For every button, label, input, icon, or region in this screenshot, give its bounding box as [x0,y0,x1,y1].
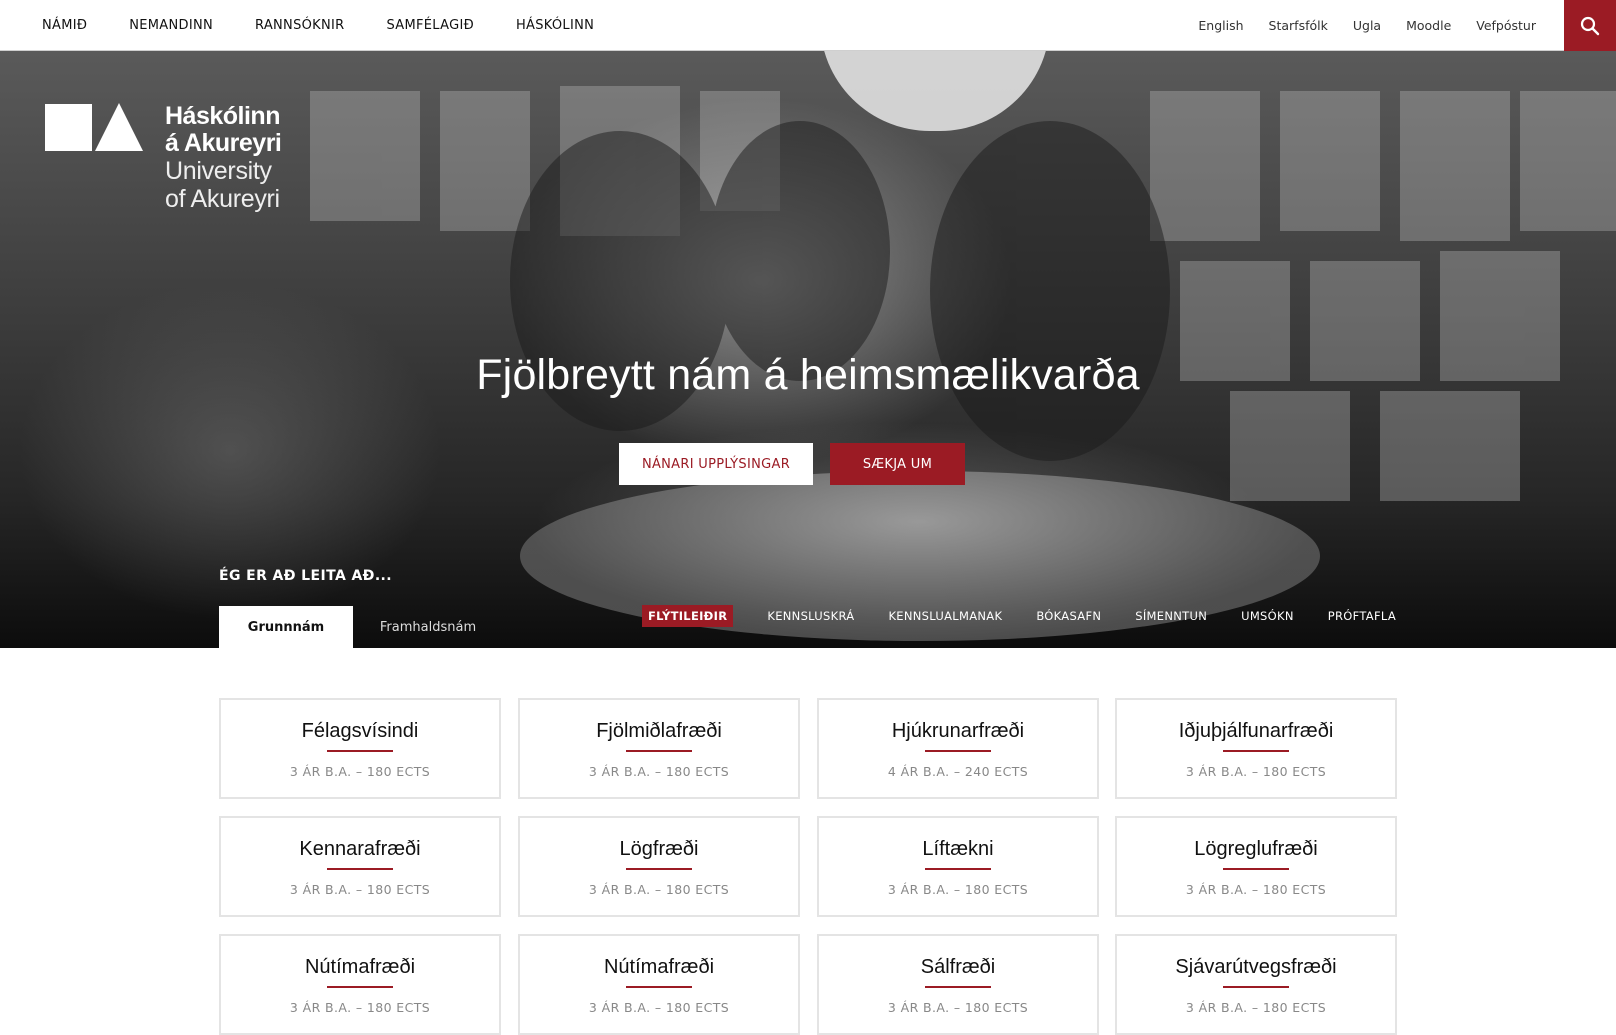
program-divider [626,986,692,988]
program-divider [327,986,393,988]
program-divider [327,868,393,870]
program-meta: 3 ÁR B.A. – 180 ECTS [588,882,730,897]
program-divider [925,986,991,988]
program-card[interactable]: Iðjuþjálfunarfræði 3 ÁR B.A. – 180 ECTS [1115,698,1397,799]
link-umsokn[interactable]: UMSÓKN [1241,609,1294,623]
program-meta: 3 ÁR B.A. – 180 ECTS [289,882,431,897]
link-kennslualmanak[interactable]: KENNSLUALMANAK [888,609,1002,623]
looking-for-label: ÉG ER AÐ LEITA AÐ... [219,568,392,584]
program-name: Kennarafræði [299,838,421,860]
nav-rannsoknir[interactable]: RANNSÓKNIR [255,18,344,33]
program-divider [1223,986,1289,988]
program-card[interactable]: Líftækni 3 ÁR B.A. – 180 ECTS [817,816,1099,917]
program-level-tabs: Grunnnám Framhaldsnám [219,606,503,648]
quicklinks-label[interactable]: FLÝTILEIÐIR [641,605,734,627]
logo-line-4: of Akureyri [165,185,280,213]
program-card[interactable]: Sjávarútvegsfræði 3 ÁR B.A. – 180 ECTS [1115,934,1397,1035]
logo-mark-icon [45,103,143,151]
quick-links: FLÝTILEIÐIR KENNSLUSKRÁ KENNSLUALMANAK B… [641,605,1396,627]
util-vefpostur[interactable]: Vefpóstur [1476,18,1536,33]
program-meta: 3 ÁR B.A. – 180 ECTS [1185,1000,1327,1015]
program-meta: 3 ÁR B.A. – 180 ECTS [887,882,1029,897]
program-meta: 3 ÁR B.A. – 180 ECTS [289,1000,431,1015]
program-name: Sjávarútvegsfræði [1175,956,1337,978]
more-info-button[interactable]: NÁNARI UPPLÝSINGAR [619,443,813,485]
logo-wordmark: Háskólinn á Akureyri University of Akure… [165,102,345,214]
nav-haskolinn[interactable]: HÁSKÓLINN [516,18,594,33]
utility-nav: English Starfsfólk Ugla Moodle Vefpóstur [1173,0,1536,51]
top-navigation-bar: NÁMIÐ NEMANDINN RANNSÓKNIR SAMFÉLAGIÐ HÁ… [0,0,1616,51]
logo-line-2: á Akureyri [165,129,282,157]
program-meta: 3 ÁR B.A. – 180 ECTS [588,764,730,779]
program-name: Sálfræði [920,956,996,978]
program-card[interactable]: Kennarafræði 3 ÁR B.A. – 180 ECTS [219,816,501,917]
link-simenntun[interactable]: SÍMENNTUN [1135,609,1207,623]
hero-title: Fjölbreytt nám á heimsmælikvarða [476,351,1140,399]
program-divider [925,868,991,870]
program-divider [925,750,991,752]
program-card[interactable]: Félagsvísindi 3 ÁR B.A. – 180 ECTS [219,698,501,799]
hero-section: Háskólinn á Akureyri University of Akure… [0,51,1616,648]
nav-nemandinn[interactable]: NEMANDINN [129,18,213,33]
util-moodle[interactable]: Moodle [1406,18,1451,33]
tab-grunnnam[interactable]: Grunnnám [219,606,353,648]
program-name: Félagsvísindi [301,720,419,742]
program-divider [1223,750,1289,752]
tab-framhaldsnam[interactable]: Framhaldsnám [353,606,503,648]
logo-line-1: Háskólinn [165,102,280,130]
program-name: Lögfræði [619,838,699,860]
program-meta: 3 ÁR B.A. – 180 ECTS [887,1000,1029,1015]
program-name: Fjölmiðlafræði [596,720,722,742]
util-ugla[interactable]: Ugla [1353,18,1381,33]
program-meta: 3 ÁR B.A. – 180 ECTS [1185,882,1327,897]
program-divider [1223,868,1289,870]
program-meta: 3 ÁR B.A. – 180 ECTS [588,1000,730,1015]
apply-button[interactable]: SÆKJA UM [830,443,965,485]
program-name: Líftækni [922,838,994,860]
program-card[interactable]: Nútímafræði 3 ÁR B.A. – 180 ECTS [518,934,800,1035]
program-divider [626,868,692,870]
program-card[interactable]: Lögreglufræði 3 ÁR B.A. – 180 ECTS [1115,816,1397,917]
program-name: Nútímafræði [603,956,715,978]
program-name: Hjúkrunarfræði [891,720,1025,742]
program-meta: 4 ÁR B.A. – 240 ECTS [887,764,1029,779]
program-name: Iðjuþjálfunarfræði [1178,720,1334,742]
main-nav: NÁMIÐ NEMANDINN RANNSÓKNIR SAMFÉLAGIÐ HÁ… [42,0,636,51]
search-icon [1580,16,1600,35]
hero-button-group: NÁNARI UPPLÝSINGAR SÆKJA UM [619,443,965,485]
program-card[interactable]: Fjölmiðlafræði 3 ÁR B.A. – 180 ECTS [518,698,800,799]
program-card[interactable]: Sálfræði 3 ÁR B.A. – 180 ECTS [817,934,1099,1035]
program-meta: 3 ÁR B.A. – 180 ECTS [1185,764,1327,779]
program-card[interactable]: Hjúkrunarfræði 4 ÁR B.A. – 240 ECTS [817,698,1099,799]
link-proftafla[interactable]: PRÓFTAFLA [1328,609,1396,623]
program-card[interactable]: Nútímafræði 3 ÁR B.A. – 180 ECTS [219,934,501,1035]
program-meta: 3 ÁR B.A. – 180 ECTS [289,764,431,779]
util-starfsfolk[interactable]: Starfsfólk [1269,18,1328,33]
program-divider [327,750,393,752]
link-kennsluskra[interactable]: KENNSLUSKRÁ [767,609,854,623]
program-name: Lögreglufræði [1194,838,1318,860]
link-bokasafn[interactable]: BÓKASAFN [1036,609,1101,623]
util-english[interactable]: English [1198,18,1243,33]
nav-namid[interactable]: NÁMIÐ [42,18,87,33]
program-divider [626,750,692,752]
program-card[interactable]: Lögfræði 3 ÁR B.A. – 180 ECTS [518,816,800,917]
search-button[interactable] [1564,0,1616,51]
nav-samfelagid[interactable]: SAMFÉLAGIÐ [386,18,473,33]
logo-line-3: University [165,157,272,185]
program-name: Nútímafræði [304,956,416,978]
